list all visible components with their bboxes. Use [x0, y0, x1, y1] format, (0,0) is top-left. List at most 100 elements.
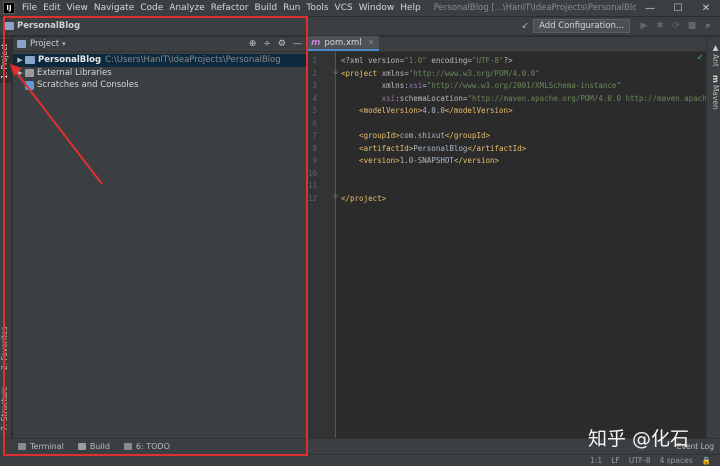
close-icon[interactable]: ✕ [368, 38, 375, 47]
tree-item-label: PersonalBlog [38, 55, 102, 66]
line-number: 11 [307, 181, 317, 190]
chevron-down-icon[interactable]: ▾ [62, 40, 66, 48]
tab-maven[interactable]: mMaven [708, 75, 720, 110]
line-number: 12 [307, 193, 317, 203]
menu-build[interactable]: Build [252, 0, 281, 17]
line-number: 3 [312, 81, 317, 90]
minimize-button[interactable]: — [636, 0, 664, 17]
code-line-12: </project> [341, 193, 387, 203]
menu-edit[interactable]: Edit [40, 0, 63, 17]
code-line-3: xmlns:xsi="http://www.w3.org/2001/XMLSch… [341, 81, 621, 90]
line-number: 7 [312, 131, 317, 140]
tab-label: pom.xml [324, 37, 362, 48]
tree-item-path: C:\Users\HanIT\IdeaProjects\PersonalBlog [105, 55, 281, 66]
breadcrumb[interactable]: PersonalBlog [4, 21, 80, 31]
menu-view[interactable]: View [64, 0, 91, 17]
tree-item-label: Scratches and Consoles [37, 80, 139, 91]
navigation-bar: PersonalBlog ↙ Add Configuration... ▶ ✱ … [0, 17, 720, 36]
coverage-icon[interactable]: ⟳ [670, 21, 682, 31]
debug-icon[interactable]: ✱ [654, 21, 666, 31]
ant-icon: ▲ [711, 43, 720, 52]
menu-run[interactable]: Run [280, 0, 303, 17]
tab-ant[interactable]: ▲Ant [708, 43, 720, 67]
code-editor[interactable]: <?xml version="1.0" encoding="UTF-8"?> <… [337, 52, 706, 438]
menu-tools[interactable]: Tools [303, 0, 331, 17]
menu-vcs[interactable]: VCS [332, 0, 356, 17]
window-controls: — ☐ ✕ [636, 0, 720, 17]
line-number: 10 [307, 168, 317, 178]
tab-favorites[interactable]: 2: Favorites [0, 321, 12, 375]
line-number: 4 [312, 93, 317, 103]
line-number: 2 [312, 68, 317, 78]
code-line-8: <artifactId>PersonalBlog</artifactId> [341, 143, 527, 153]
expand-arrow-icon[interactable]: ▶ [15, 56, 25, 64]
caret-position[interactable]: 1:1 [590, 456, 602, 465]
fold-marker-icon[interactable]: ⊖ [333, 193, 338, 200]
maximize-button[interactable]: ☐ [664, 0, 692, 17]
tree-item-external-libraries[interactable]: ▶ External Libraries [13, 67, 306, 80]
code-line-2: <project xmlns="http://www.w3.org/POM/4.… [341, 68, 540, 78]
line-number: 6 [312, 118, 317, 128]
collapse-all-icon[interactable]: ÷ [263, 39, 271, 49]
right-tool-strip: ▲Ant mMaven [706, 37, 720, 438]
inspection-ok-icon: ✓ [696, 53, 704, 63]
back-arrow-icon[interactable]: ↙ [522, 21, 530, 31]
project-folder-icon [25, 56, 35, 65]
locate-file-icon[interactable]: ⊕ [249, 39, 257, 49]
menu-navigate[interactable]: Navigate [91, 0, 137, 17]
menu-analyze[interactable]: Analyze [166, 0, 207, 17]
file-encoding[interactable]: UTF-8 [629, 456, 651, 465]
line-separator[interactable]: LF [611, 456, 620, 465]
terminal-button[interactable]: Terminal [18, 442, 64, 451]
tree-item-label: External Libraries [37, 67, 112, 78]
tab-structure[interactable]: 7: Structure [0, 381, 12, 437]
maven-file-icon: m [311, 37, 321, 48]
terminal-icon [18, 443, 26, 450]
menu-help[interactable]: Help [397, 0, 424, 17]
indent-setting[interactable]: 4 spaces [660, 456, 693, 465]
code-line-4: xsi:schemaLocation="http://maven.apache.… [381, 93, 706, 103]
project-panel-actions: ⊕ ÷ ⚙ — [242, 39, 302, 49]
main-menu: File Edit View Navigate Code Analyze Ref… [19, 0, 424, 17]
code-line-5: <modelVersion>4.0.0</modelVersion> [341, 106, 513, 115]
window-title: PersonalBlog [...\HanIT\IdeaProjects\Per… [433, 3, 636, 13]
title-bar: IJ File Edit View Navigate Code Analyze … [0, 0, 720, 17]
code-line-1: <?xml version="1.0" encoding="UTF-8"?> [341, 56, 513, 65]
gear-icon[interactable]: ⚙ [278, 39, 286, 49]
menu-refactor[interactable]: Refactor [208, 0, 252, 17]
fold-marker-icon[interactable]: ⊖ [333, 69, 338, 76]
line-number-gutter: 1 2 3 4 5 6 7 8 9 10 11 12 [306, 52, 336, 438]
status-bar: 1:1 LF UTF-8 4 spaces 🔒 [0, 454, 720, 466]
code-line-9: <version>1.0-SNAPSHOT</version> [341, 156, 500, 165]
build-button[interactable]: Build [77, 442, 110, 451]
hide-panel-icon[interactable]: — [293, 39, 302, 49]
expand-arrow-icon[interactable]: ▶ [15, 69, 25, 77]
close-window-button[interactable]: ✕ [692, 0, 720, 17]
menu-file[interactable]: File [19, 0, 40, 17]
intellij-logo-icon: IJ [3, 2, 15, 14]
lock-icon[interactable]: 🔒 [702, 456, 711, 465]
tree-item-personalblog[interactable]: ▶ PersonalBlog C:\Users\HanIT\IdeaProjec… [13, 54, 306, 67]
project-view-selector[interactable]: Project [30, 39, 59, 49]
code-line-7: <groupId>com.shixut</groupId> [341, 131, 491, 140]
run-icon[interactable]: ▶ [638, 21, 650, 31]
breadcrumb-project: PersonalBlog [17, 21, 81, 31]
project-tool-window: Project ▾ ⊕ ÷ ⚙ — ▶ PersonalBlog C:\User… [13, 37, 306, 438]
stop-icon[interactable]: ■ [686, 21, 698, 31]
list-icon [123, 443, 132, 450]
project-panel-header: Project ▾ ⊕ ÷ ⚙ — [13, 37, 306, 52]
project-folder-icon [4, 22, 14, 30]
todo-button[interactable]: 6: TODO [123, 442, 170, 451]
run-toolbar: ↙ Add Configuration... ▶ ✱ ⟳ ■ ⌕ [522, 19, 716, 33]
tab-pom-xml[interactable]: m pom.xml ✕ [306, 36, 380, 51]
watermark: 知乎 @化石 [588, 428, 690, 450]
search-icon[interactable]: ⌕ [702, 21, 714, 31]
tab-project[interactable]: 1: Project [0, 39, 12, 83]
line-number: 5 [312, 106, 317, 115]
menu-code[interactable]: Code [137, 0, 166, 17]
menu-window[interactable]: Window [356, 0, 398, 17]
add-configuration-button[interactable]: Add Configuration... [533, 19, 630, 33]
line-number: 8 [312, 143, 317, 153]
maven-icon: m [711, 75, 720, 83]
tree-item-scratches[interactable]: Scratches and Consoles [13, 79, 306, 92]
